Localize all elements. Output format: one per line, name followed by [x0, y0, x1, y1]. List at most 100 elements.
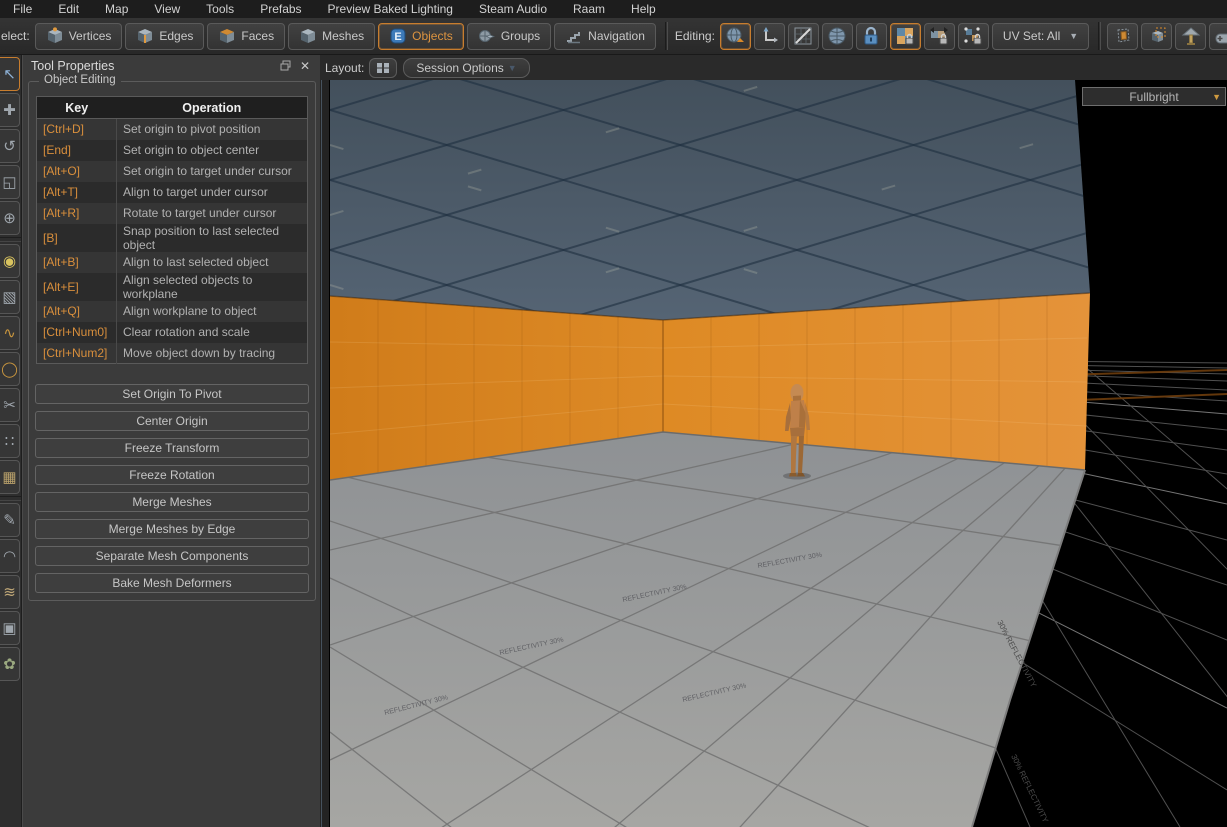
action-button-stack: Set Origin To Pivot Center Origin Freeze… [29, 384, 315, 593]
curve-tool[interactable]: ∿ [0, 316, 20, 350]
table-row: [Alt+T]Align to target under cursor [37, 182, 308, 203]
table-row: [Alt+B]Align to last selected object [37, 252, 308, 273]
left-tool-column: ↖ ✚ ↺ ◱ ⊕ ◉ ▧ ∿ ◯ ✂ ∷ ▦ ✎ ◠ ≋ ▣ ✿ [0, 55, 22, 827]
table-row: [Ctrl+Num0]Clear rotation and scale [37, 322, 308, 343]
panel-titlebar[interactable]: Tool Properties ✕ [23, 55, 320, 76]
world-move-button[interactable] [720, 23, 751, 50]
objects-entity-icon: E [389, 27, 407, 45]
bake-mesh-deformers-button[interactable]: Bake Mesh Deformers [35, 573, 309, 593]
terrain-tool[interactable]: ◠ [0, 539, 20, 573]
menu-view[interactable]: View [141, 0, 193, 18]
add-tool[interactable]: ⊕ [0, 201, 20, 235]
vertices-cube-icon [46, 27, 64, 45]
freeze-transform-button[interactable]: Freeze Transform [35, 438, 309, 458]
vertex-tool[interactable]: ∷ [0, 424, 20, 458]
mode-navigation-button[interactable]: Navigation [554, 23, 656, 50]
scene-render: REFLECTIVITY 30% REFLECTIVITY 30% REFLEC… [330, 80, 1227, 827]
cube-tool[interactable]: ▧ [0, 280, 20, 314]
viewport-toolbar: Layout: Session Options ▼ [320, 55, 1227, 80]
table-row: [B]Snap position to last selected object [37, 224, 308, 252]
polygon-tool[interactable]: ◯ [0, 352, 20, 386]
float-panel-icon[interactable] [278, 59, 292, 73]
set-origin-to-pivot-button[interactable]: Set Origin To Pivot [35, 384, 309, 404]
scale-tool[interactable]: ◱ [0, 165, 20, 199]
texture-lock-button[interactable] [890, 23, 921, 50]
deform-tool[interactable]: ≋ [0, 575, 20, 609]
menu-raam[interactable]: Raam [560, 0, 618, 18]
gamepad-button[interactable] [1209, 23, 1227, 50]
mode-vertices-button[interactable]: Vertices [35, 23, 123, 50]
workplane-cut-icon [792, 25, 814, 47]
editing-label: Editing: [675, 29, 715, 43]
select-tool[interactable]: ↖ [0, 57, 20, 91]
chevron-down-icon: ▼ [1069, 31, 1078, 41]
groups-icon [478, 27, 496, 45]
paint-tool[interactable]: ✎ [0, 503, 20, 537]
table-row: [Alt+O]Set origin to target under cursor [37, 161, 308, 182]
menu-edit[interactable]: Edit [45, 0, 92, 18]
viewport-3d[interactable]: REFLECTIVITY 30% REFLECTIVITY 30% REFLEC… [330, 80, 1227, 827]
rotate-tool[interactable]: ↺ [0, 129, 20, 163]
tool-group-separator [0, 237, 21, 242]
freeze-rotation-button[interactable]: Freeze Rotation [35, 465, 309, 485]
texture-points-lock-button[interactable] [958, 23, 989, 50]
world-grid-button[interactable] [822, 23, 853, 50]
texture-move-lock-button[interactable] [924, 23, 955, 50]
lock-button[interactable] [856, 23, 887, 50]
tool-properties-panel: Tool Properties ✕ Object Editing Key Ope… [22, 55, 320, 827]
separate-mesh-components-button[interactable]: Separate Mesh Components [35, 546, 309, 566]
close-panel-icon[interactable]: ✕ [298, 59, 312, 73]
svg-text:E: E [394, 31, 401, 43]
uv-set-dropdown[interactable]: UV Set: All ▼ [992, 23, 1089, 50]
table-row: [Alt+R]Rotate to target under cursor [37, 203, 308, 224]
knife-tool[interactable]: ✂ [0, 388, 20, 422]
mode-meshes-button[interactable]: Meshes [288, 23, 375, 50]
mode-edges-button[interactable]: Edges [125, 23, 204, 50]
toolbar-separator [665, 22, 668, 50]
prop-button[interactable] [1175, 23, 1206, 50]
object-editing-group: Object Editing Key Operation [Ctrl+D]Set… [28, 81, 316, 601]
column-header-key: Key [37, 97, 117, 119]
array-tool[interactable]: ▣ [0, 611, 20, 645]
mode-faces-button[interactable]: Faces [207, 23, 285, 50]
panel-title: Tool Properties [31, 59, 114, 73]
center-origin-button[interactable]: Center Origin [35, 411, 309, 431]
table-row: [End]Set origin to object center [37, 140, 308, 161]
session-options-dropdown[interactable]: Session Options ▼ [403, 58, 529, 78]
chevron-down-icon: ▼ [508, 63, 517, 73]
menu-tools[interactable]: Tools [193, 0, 247, 18]
light-tool[interactable]: ◉ [0, 244, 20, 278]
meshes-cube-icon [299, 27, 317, 45]
render-mode-dropdown[interactable]: Fullbright ▼ [1082, 87, 1226, 106]
wireframe-box-button[interactable] [1107, 23, 1138, 50]
box-select-button[interactable] [1141, 23, 1172, 50]
texture-tool[interactable]: ▦ [0, 460, 20, 494]
world-grid-icon [826, 25, 848, 47]
select-mode-label: elect: [1, 29, 30, 43]
merge-meshes-button[interactable]: Merge Meshes [35, 492, 309, 512]
wireframe-box-icon [1112, 25, 1134, 47]
menu-steam-audio[interactable]: Steam Audio [466, 0, 560, 18]
lock-icon [860, 25, 882, 47]
hotkey-table: Key Operation [Ctrl+D]Set origin to pivo… [36, 96, 308, 364]
move-tool[interactable]: ✚ [0, 93, 20, 127]
axis-orientation-button[interactable] [754, 23, 785, 50]
chevron-down-icon: ▼ [1212, 92, 1221, 102]
menu-prefabs[interactable]: Prefabs [247, 0, 314, 18]
foliage-tool[interactable]: ✿ [0, 647, 20, 681]
merge-meshes-by-edge-button[interactable]: Merge Meshes by Edge [35, 519, 309, 539]
workplane-cut-button[interactable] [788, 23, 819, 50]
table-row: [Alt+Q]Align workplane to object [37, 301, 308, 322]
edges-cube-icon [136, 27, 154, 45]
menu-file[interactable]: File [0, 0, 45, 18]
layout-grid-button[interactable] [369, 58, 397, 78]
toolbar-separator [1098, 22, 1101, 50]
menu-preview-baked-lighting[interactable]: Preview Baked Lighting [315, 0, 466, 18]
gamepad-icon [1213, 25, 1227, 47]
menu-map[interactable]: Map [92, 0, 141, 18]
menu-help[interactable]: Help [618, 0, 669, 18]
table-row: [Ctrl+D]Set origin to pivot position [37, 119, 308, 140]
mode-groups-button[interactable]: Groups [467, 23, 551, 50]
mode-objects-button[interactable]: E Objects [378, 23, 464, 50]
panel-viewport-splitter[interactable] [320, 80, 330, 827]
